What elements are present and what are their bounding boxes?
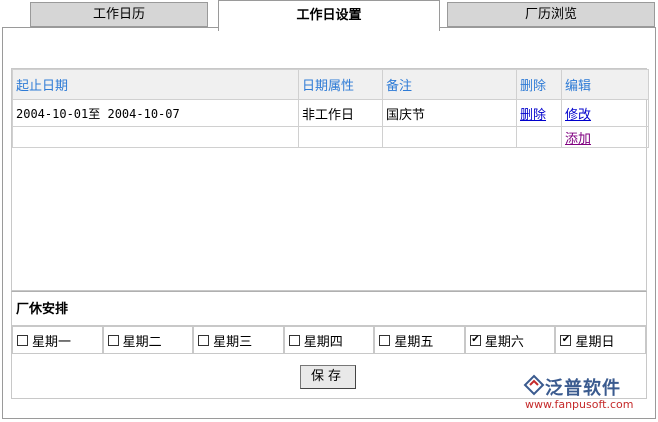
day-monday[interactable]: 星期一 [12,326,103,354]
day-saturday[interactable]: ✔ 星期六 [464,326,556,354]
edit-link[interactable]: 修改 [565,108,591,123]
day-sunday[interactable]: ✔ 星期日 [555,326,647,354]
cell-empty [12,126,299,148]
watermark-logo: 泛普软件 www.fanpusoft.com [523,374,653,414]
wednesday-checkbox[interactable] [198,334,210,346]
day-label: 星期五 [394,334,434,350]
col-date-range: 起止日期 [12,69,299,100]
cell-empty [382,126,517,148]
table-header-row: 起止日期 日期属性 备注 删除 编辑 [12,69,649,100]
tuesday-checkbox[interactable] [107,334,119,346]
saturday-checkbox[interactable]: ✔ [469,334,481,346]
day-friday[interactable]: 星期五 [374,326,465,354]
day-label: 星期二 [122,334,162,350]
cell-edit: 修改 [561,99,649,127]
save-button[interactable]: 保存 [300,365,356,389]
cell-empty [298,126,383,148]
day-label: 星期三 [213,334,253,350]
tab-factory-calendar-browse[interactable]: 厂历浏览 [447,2,655,27]
watermark-url: www.fanpusoft.com [525,398,634,411]
day-label: 星期一 [32,334,72,350]
day-label: 星期日 [575,334,615,350]
day-thursday[interactable]: 星期四 [283,326,375,354]
cell-remark: 国庆节 [382,99,517,127]
tab-factory-calendar-browse-label: 厂历浏览 [524,7,577,22]
day-tuesday[interactable]: 星期二 [102,326,194,354]
cell-empty [516,126,562,148]
col-remark: 备注 [382,69,517,100]
cell-attribute: 非工作日 [298,99,383,127]
tab-work-calendar-label: 工作日历 [92,7,145,22]
sunday-checkbox[interactable]: ✔ [560,334,572,346]
day-label: 星期六 [484,334,524,350]
tab-workday-settings-label: 工作日设置 [296,8,362,23]
day-wednesday[interactable]: 星期三 [193,326,284,354]
logo-icon [523,374,545,396]
thursday-checkbox[interactable] [288,334,300,346]
friday-checkbox[interactable] [379,334,391,346]
col-delete: 删除 [516,69,562,100]
workday-table: 起止日期 日期属性 备注 删除 编辑 2004-10-01至 2004-10-0… [12,69,649,148]
table-row-add: 添加 [12,126,649,148]
table-row: 2004-10-01至 2004-10-07 非工作日 国庆节 删除 修改 [12,99,649,127]
delete-link[interactable]: 删除 [520,108,546,123]
col-attribute: 日期属性 [298,69,383,100]
cell-delete: 删除 [516,99,562,127]
rest-arrangement-label: 厂休安排 [16,302,69,317]
add-link[interactable]: 添加 [565,132,591,147]
col-edit: 编辑 [561,69,649,100]
cell-add: 添加 [561,126,649,148]
workday-list: 起止日期 日期属性 备注 删除 编辑 2004-10-01至 2004-10-0… [11,68,649,291]
monday-checkbox[interactable] [17,334,28,346]
cell-date-range: 2004-10-01至 2004-10-07 [12,99,299,127]
rest-arrangement-title: 厂休安排 [11,291,647,326]
tab-work-calendar[interactable]: 工作日历 [30,2,208,27]
watermark-name: 泛普软件 [545,378,621,399]
rest-days-row: 星期一 星期二 星期三 星期四 星期五 ✔ 星期六 ✔ 星期日 [11,326,647,354]
day-label: 星期四 [303,334,343,350]
